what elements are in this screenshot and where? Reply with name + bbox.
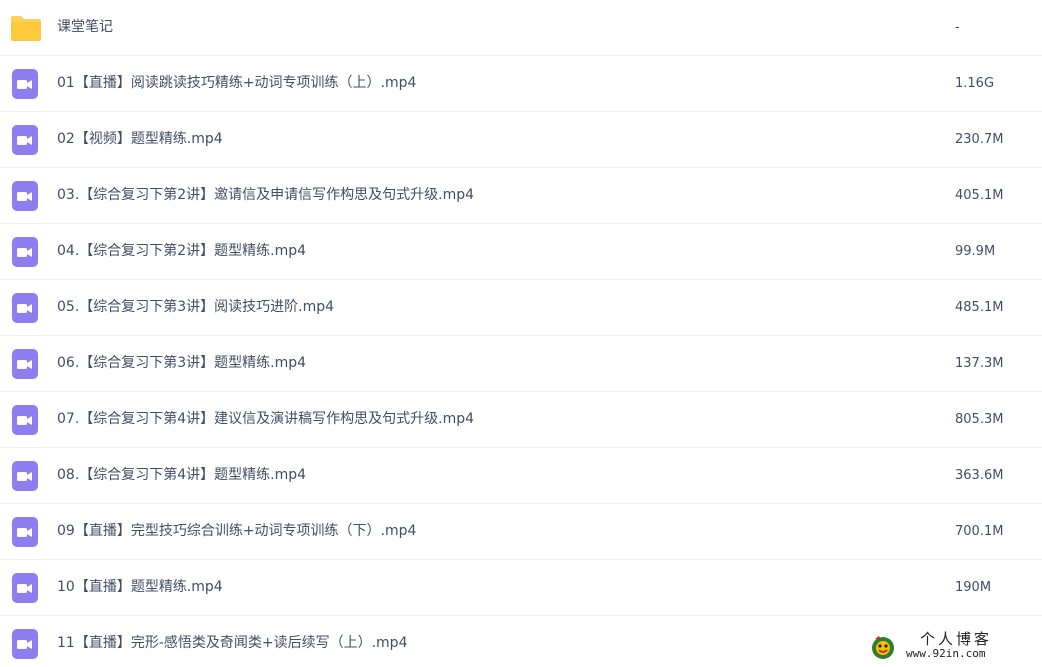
video-file-icon xyxy=(10,293,40,323)
file-name: 09【直播】完型技巧综合训练+动词专项训练（下）.mp4 xyxy=(57,523,417,539)
file-row[interactable]: 07.【综合复习下第4讲】建议信及演讲稿写作构思及句式升级.mp4 805.3M xyxy=(0,392,1042,448)
file-row[interactable]: 06.【综合复习下第3讲】题型精练.mp4 137.3M xyxy=(0,336,1042,392)
file-list: 课堂笔记 - 01【直播】阅读跳读技巧精练+动词专项训练（上）.mp4 1.16… xyxy=(0,0,1042,667)
file-name: 07.【综合复习下第4讲】建议信及演讲稿写作构思及句式升级.mp4 xyxy=(57,411,475,427)
file-row[interactable]: 10【直播】题型精练.mp4 190M xyxy=(0,560,1042,616)
file-name: 04.【综合复习下第2讲】题型精练.mp4 xyxy=(57,243,307,259)
file-name: 01【直播】阅读跳读技巧精练+动词专项训练（上）.mp4 xyxy=(57,75,417,91)
video-file-icon xyxy=(10,461,40,491)
file-size: 137.3M xyxy=(955,356,1004,371)
file-size: 805.3M xyxy=(955,412,1004,427)
file-size: 700.1M xyxy=(955,524,1004,539)
file-row[interactable]: 03.【综合复习下第2讲】邀请信及申请信写作构思及句式升级.mp4 405.1M xyxy=(0,168,1042,224)
watermark-url: www.92in.com xyxy=(906,647,986,660)
file-name: 08.【综合复习下第4讲】题型精练.mp4 xyxy=(57,467,307,483)
video-file-icon xyxy=(10,629,40,659)
watermark-title: 个人博客 xyxy=(920,630,993,648)
file-row[interactable]: 08.【综合复习下第4讲】题型精练.mp4 363.6M xyxy=(0,448,1042,504)
watermark: 个人博客 www.92in.com xyxy=(868,628,1038,664)
folder-icon xyxy=(10,13,41,43)
file-size: 230.7M xyxy=(955,132,1004,147)
video-file-icon xyxy=(10,237,40,267)
watermark-logo-icon xyxy=(870,634,896,660)
file-row[interactable]: 04.【综合复习下第2讲】题型精练.mp4 99.9M xyxy=(0,224,1042,280)
file-row[interactable]: 02【视频】题型精练.mp4 230.7M xyxy=(0,112,1042,168)
file-size: 99.9M xyxy=(955,244,996,259)
file-size: 190M xyxy=(955,580,992,595)
video-file-icon xyxy=(10,125,40,155)
video-file-icon xyxy=(10,69,40,99)
video-file-icon xyxy=(10,181,40,211)
file-name: 03.【综合复习下第2讲】邀请信及申请信写作构思及句式升级.mp4 xyxy=(57,187,475,203)
file-name: 课堂笔记 xyxy=(57,19,113,35)
file-size: 1.16G xyxy=(955,76,995,91)
video-file-icon xyxy=(10,573,40,603)
file-name: 06.【综合复习下第3讲】题型精练.mp4 xyxy=(57,355,307,371)
file-size: 405.1M xyxy=(955,188,1004,203)
file-name: 05.【综合复习下第3讲】阅读技巧进阶.mp4 xyxy=(57,299,335,315)
folder-row[interactable]: 课堂笔记 - xyxy=(0,0,1042,56)
video-file-icon xyxy=(10,405,40,435)
file-name: 02【视频】题型精练.mp4 xyxy=(57,131,223,147)
file-row[interactable]: 09【直播】完型技巧综合训练+动词专项训练（下）.mp4 700.1M xyxy=(0,504,1042,560)
video-file-icon xyxy=(10,517,40,547)
file-name: 10【直播】题型精练.mp4 xyxy=(57,579,223,595)
file-row[interactable]: 01【直播】阅读跳读技巧精练+动词专项训练（上）.mp4 1.16G xyxy=(0,56,1042,112)
file-size: 363.6M xyxy=(955,468,1004,483)
file-name: 11【直播】完形-感悟类及奇闻类+读后续写（上）.mp4 xyxy=(57,635,408,651)
video-file-icon xyxy=(10,349,40,379)
file-size: 485.1M xyxy=(955,300,1004,315)
file-row[interactable]: 05.【综合复习下第3讲】阅读技巧进阶.mp4 485.1M xyxy=(0,280,1042,336)
file-size: - xyxy=(955,20,960,35)
